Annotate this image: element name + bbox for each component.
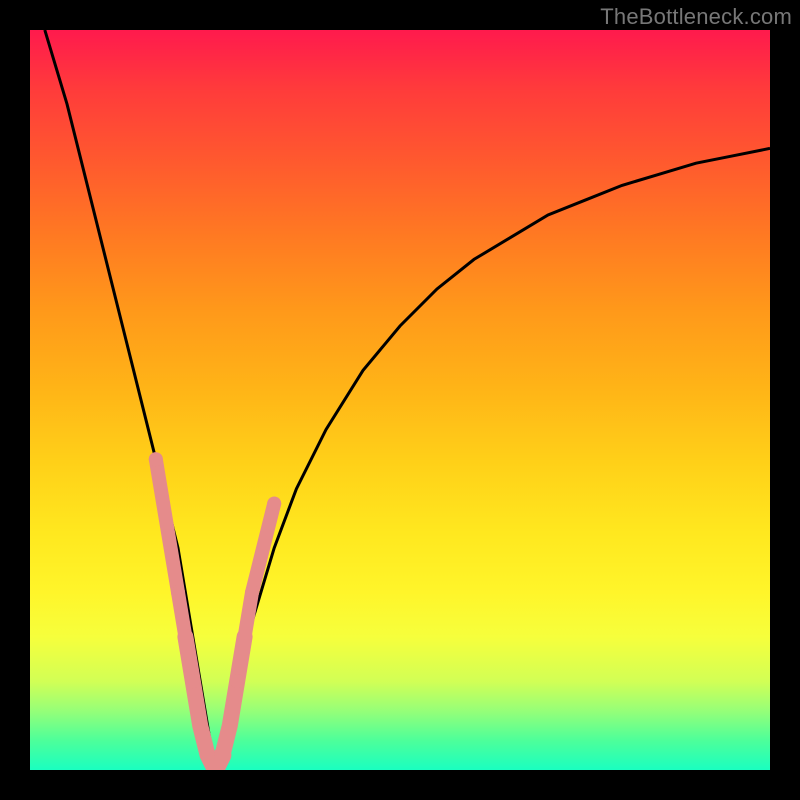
highlight-dot (245, 585, 259, 599)
highlight-segment (245, 504, 275, 637)
marker-layer (149, 452, 281, 770)
highlight-dot (230, 674, 244, 688)
highlight-dot (149, 452, 163, 466)
highlight-segment (156, 459, 186, 637)
plot-svg (30, 30, 770, 770)
chart-frame: TheBottleneck.com (0, 0, 800, 800)
highlight-segment (222, 637, 244, 755)
watermark-text: TheBottleneck.com (600, 4, 792, 30)
curve-layer (45, 30, 770, 770)
plot-area (30, 30, 770, 770)
bottleneck-curve (45, 30, 770, 770)
highlight-dot (171, 585, 185, 599)
highlight-dot (186, 674, 200, 688)
highlight-segment (185, 637, 215, 770)
highlight-dot (267, 497, 281, 511)
